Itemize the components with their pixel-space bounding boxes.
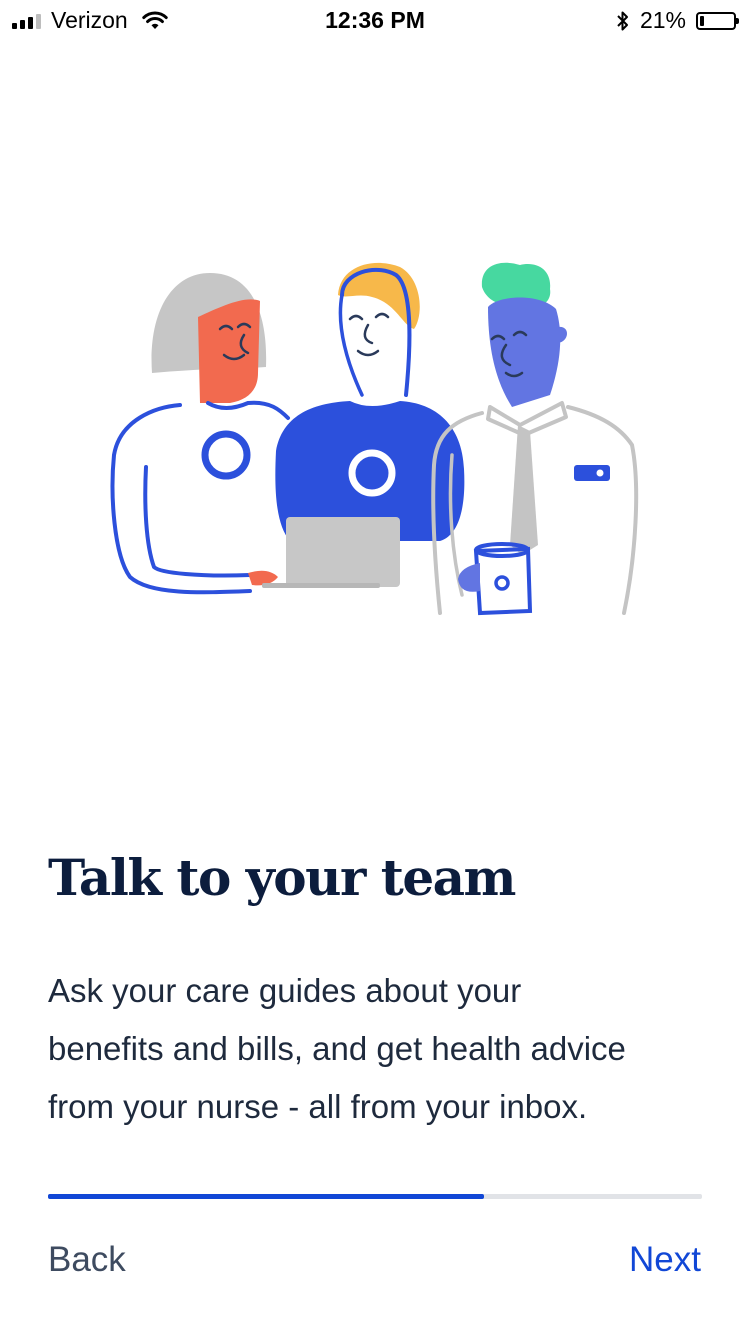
status-bar: Verizon 12:36 PM 21%: [0, 0, 750, 40]
care-team-illustration: [110, 262, 639, 616]
battery-percent: 21%: [639, 7, 686, 33]
nurse-figure: [431, 262, 639, 616]
bluetooth-icon: [617, 11, 628, 30]
description-line: benefits and bills, and get health advic…: [48, 1030, 626, 1067]
description-line: Ask your care guides about your: [48, 972, 522, 1009]
battery-level-fill: [700, 15, 704, 26]
page-description: Ask your care guides about your benefits…: [48, 962, 718, 1136]
status-right: 21%: [616, 7, 739, 34]
care-guide-woman-figure: [110, 273, 290, 595]
description-line: from your nurse - all from your inbox.: [48, 1088, 588, 1125]
next-button[interactable]: Next: [629, 1240, 701, 1280]
back-button[interactable]: Back: [48, 1240, 126, 1280]
progress-fill: [48, 1194, 485, 1199]
battery-icon: [696, 11, 739, 30]
page-title: Talk to your team: [48, 848, 516, 907]
onboarding-progress-bar: [48, 1194, 702, 1199]
